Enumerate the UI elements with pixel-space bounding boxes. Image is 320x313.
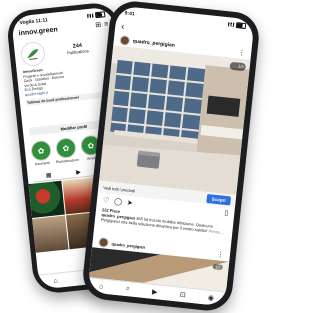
front-phone: 9:41 ‹ quadro_pergigian ⋮ 1/3 Vedi tutti… [80, 0, 262, 313]
image-counter: 1/3 [237, 63, 245, 70]
chevron-left-icon[interactable]: ‹ [121, 21, 125, 31]
living-room-photo [99, 45, 251, 196]
battery-icon [94, 11, 106, 19]
more-icon[interactable]: ⋮ [238, 48, 246, 57]
post-image[interactable]: 1/3 [99, 45, 251, 196]
avatar[interactable] [98, 236, 110, 248]
posts-label: Publications [66, 48, 89, 56]
caption-more[interactable]: Pensa ... [208, 228, 224, 235]
cta-button[interactable]: Scopri [206, 193, 232, 205]
hamburger-icon[interactable]: ≡ [104, 20, 109, 27]
share-icon[interactable]: ➤ [127, 199, 134, 208]
battery-icon [235, 22, 247, 30]
status-time: 9:41 [124, 10, 135, 18]
highlight-leaf-icon: ✿ [30, 139, 53, 162]
image-counter: 1/3 [212, 264, 223, 270]
home-icon[interactable]: ⌂ [53, 277, 58, 284]
highlight-label: Ristrutturazioni [55, 157, 79, 165]
highlight-item[interactable]: ✿ Pavimenti [30, 139, 53, 167]
reels-icon[interactable]: ▶ [152, 288, 158, 297]
comment-icon[interactable]: ◯ [114, 197, 123, 206]
post-username[interactable]: quadro_pergigian [111, 241, 145, 250]
home-icon[interactable]: ⌂ [99, 283, 104, 290]
avatar[interactable] [119, 35, 131, 47]
highlight-item[interactable]: ✿ Ristrutturazioni [54, 137, 79, 165]
highlight-label: Pavimenti [34, 160, 51, 167]
signal-icon [87, 13, 94, 19]
signal-icon [227, 22, 235, 27]
plus-square-icon[interactable]: ⊞ [95, 21, 102, 30]
cta-text: Vedi tutti i prodotti [103, 184, 136, 193]
highlight-leaf-icon: ✿ [54, 137, 77, 160]
front-phone-screen: 9:41 ‹ quadro_pergigian ⋮ 1/3 Vedi tutti… [87, 5, 255, 307]
more-icon[interactable]: ⋮ [217, 250, 225, 259]
profile-username[interactable]: innov.green [18, 26, 58, 37]
grid-post[interactable] [28, 180, 66, 218]
search-icon[interactable]: ⌕ [125, 285, 130, 293]
shop-icon[interactable]: ⊡ [179, 291, 186, 300]
heart-icon[interactable]: ♡ [103, 196, 110, 205]
profile-icon[interactable]: ◉ [208, 294, 215, 303]
avatar[interactable] [19, 40, 47, 68]
grid-post[interactable] [32, 215, 69, 253]
leaf-logo-icon [27, 49, 39, 60]
posts-stat[interactable]: 244 Publications [44, 41, 111, 58]
bookmark-icon[interactable]: ▯ [224, 209, 229, 217]
